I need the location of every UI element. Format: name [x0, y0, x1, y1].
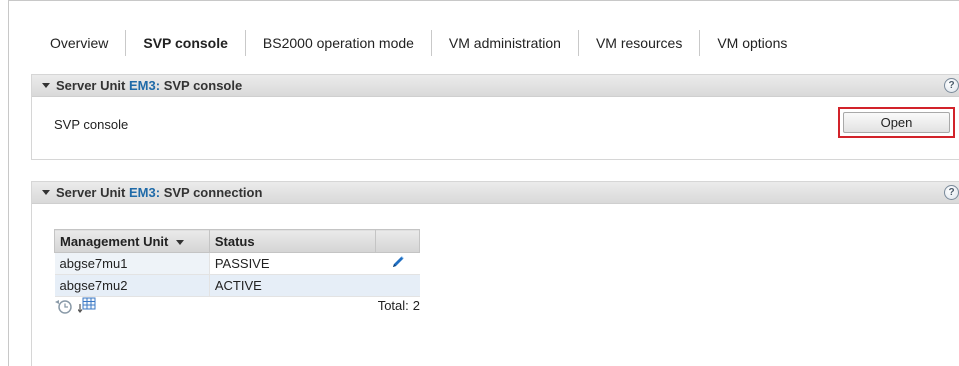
svp-connection-panel-title: Server Unit EM3: SVP connection [56, 185, 262, 200]
tab-vm-options[interactable]: VM options [699, 30, 804, 56]
column-header-status[interactable]: Status [208, 229, 377, 253]
title-suffix: SVP connection [163, 185, 263, 200]
page-frame-left [8, 0, 9, 366]
total-count: Total: 2 [378, 298, 420, 313]
history-icon[interactable] [54, 297, 74, 315]
svp-console-panel: Server Unit EM3: SVP console ? SVP conso… [31, 74, 959, 160]
title-suffix: SVP console [163, 78, 243, 93]
page-frame-top [8, 0, 959, 1]
open-button-highlight: Open [838, 107, 955, 138]
open-button[interactable]: Open [843, 112, 950, 133]
svp-console-panel-body: SVP console Open [32, 97, 959, 159]
table-header-row: Management Unit Status [54, 229, 420, 253]
tab-overview[interactable]: Overview [36, 30, 125, 56]
help-icon[interactable]: ? [944, 78, 959, 93]
tab-bs2000-operation-mode[interactable]: BS2000 operation mode [244, 30, 431, 56]
svp-connection-panel: Server Unit EM3: SVP connection ? Manage… [31, 181, 959, 366]
table-footer: Total: 2 [54, 293, 420, 317]
table-row[interactable]: abgse7mu1 PASSIVE [54, 252, 420, 275]
cell-actions [375, 252, 420, 275]
svp-console-panel-header[interactable]: Server Unit EM3: SVP console ? [32, 75, 959, 97]
cell-management-unit: abgse7mu1 [54, 252, 210, 275]
total-label: Total: [377, 298, 409, 313]
help-icon[interactable]: ? [944, 185, 959, 200]
total-value: 2 [412, 298, 420, 313]
collapse-caret-icon[interactable] [42, 83, 50, 88]
column-header-management-unit[interactable]: Management Unit [54, 229, 210, 253]
column-header-label: Management Unit [60, 233, 169, 249]
tab-vm-administration[interactable]: VM administration [430, 30, 578, 56]
export-table-icon[interactable] [78, 296, 96, 314]
title-prefix: Server Unit [56, 78, 126, 93]
tab-bar: Overview SVP console BS2000 operation mo… [36, 28, 804, 58]
tab-vm-resources[interactable]: VM resources [577, 30, 699, 56]
cell-status: PASSIVE [208, 252, 376, 275]
sort-desc-icon[interactable] [176, 239, 185, 245]
svp-connection-panel-header[interactable]: Server Unit EM3: SVP connection ? [32, 182, 959, 204]
server-unit-id: EM3: [129, 78, 161, 93]
collapse-caret-icon[interactable] [42, 190, 50, 195]
svp-console-label: SVP console [54, 117, 129, 132]
edit-pencil-icon[interactable] [390, 254, 406, 270]
title-prefix: Server Unit [56, 185, 126, 200]
svp-console-panel-title: Server Unit EM3: SVP console [56, 78, 242, 93]
tab-svp-console[interactable]: SVP console [125, 30, 245, 56]
management-unit-table: Management Unit Status abgse7mu1 PASSIVE… [54, 229, 420, 297]
server-unit-id: EM3: [129, 185, 161, 200]
column-header-actions [375, 229, 420, 253]
